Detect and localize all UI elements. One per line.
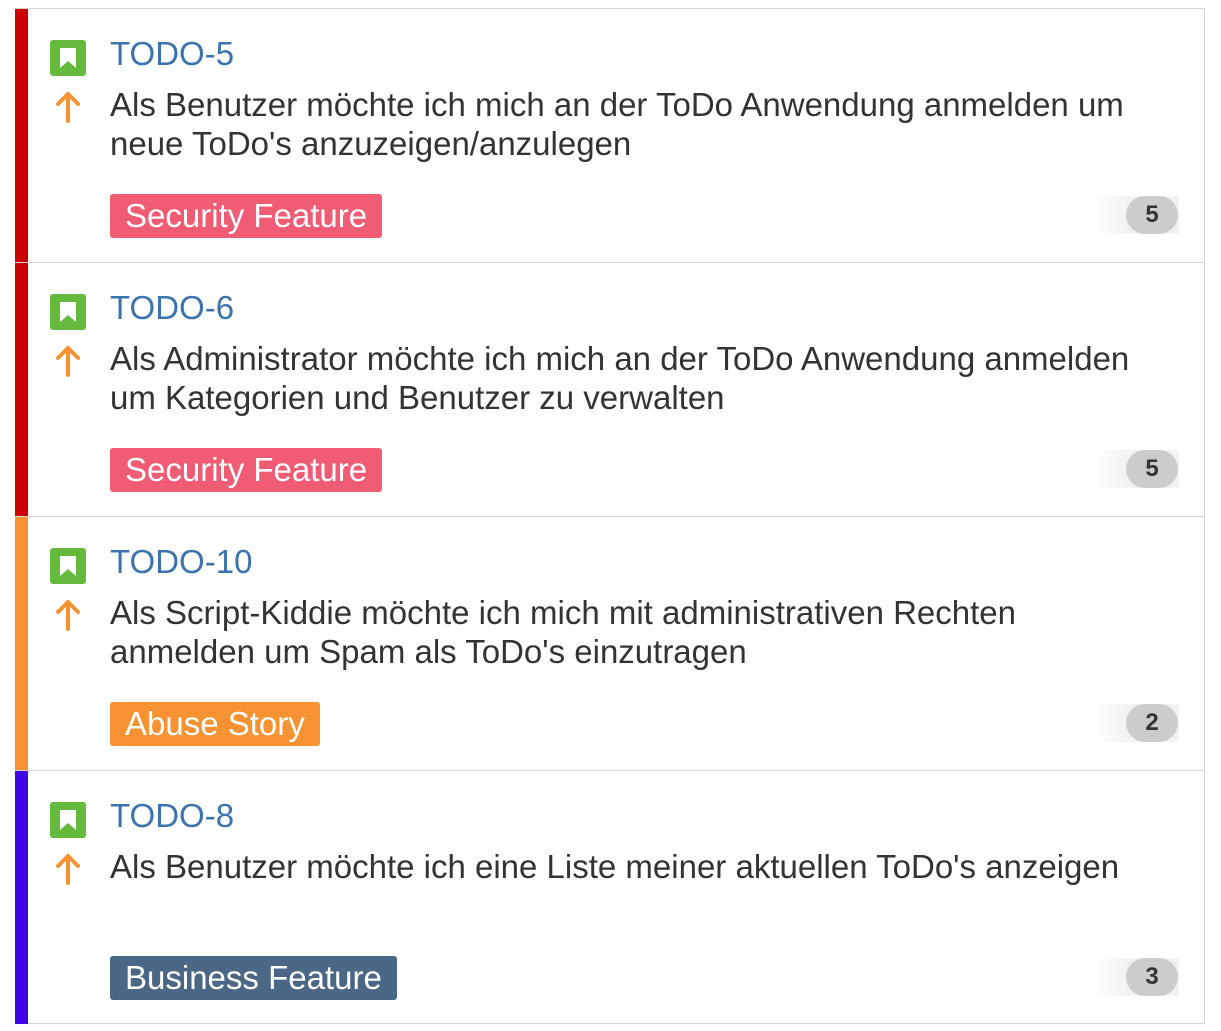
arrow-up-icon: [55, 853, 81, 885]
arrow-up-icon: [55, 91, 81, 123]
arrow-up-icon: [55, 345, 81, 377]
story-bookmark-icon: [50, 294, 86, 330]
story-points-badge: 2: [1126, 704, 1178, 742]
card-color-stripe: [15, 9, 28, 262]
epic-label[interactable]: Security Feature: [110, 448, 383, 492]
story-points-badge: 3: [1126, 958, 1178, 996]
card-color-stripe: [15, 263, 28, 516]
issue-card[interactable]: TODO-10 Als Script-Kiddie möchte ich mic…: [15, 517, 1204, 771]
epic-label[interactable]: Security Feature: [110, 194, 383, 238]
card-color-stripe: [15, 517, 28, 770]
backlog-card-list: TODO-5 Als Benutzer möchte ich mich an d…: [15, 8, 1205, 1024]
issue-summary: Als Benutzer möchte ich mich an der ToDo…: [110, 86, 1124, 162]
epic-label[interactable]: Business Feature: [110, 956, 397, 1000]
story-points-badge: 5: [1126, 450, 1178, 488]
issue-key-link[interactable]: TODO-6: [110, 288, 234, 328]
card-color-stripe: [15, 771, 28, 1024]
story-points-badge: 5: [1126, 196, 1178, 234]
story-bookmark-icon: [50, 802, 86, 838]
issue-card[interactable]: TODO-8 Als Benutzer möchte ich eine List…: [15, 771, 1204, 1024]
arrow-up-icon: [55, 599, 81, 631]
issue-summary: Als Administrator möchte ich mich an der…: [110, 340, 1130, 416]
story-bookmark-icon: [50, 548, 86, 584]
issue-key-link[interactable]: TODO-5: [110, 34, 234, 74]
issue-summary: Als Benutzer möchte ich eine Liste meine…: [110, 848, 1120, 885]
story-bookmark-icon: [50, 40, 86, 76]
issue-key-link[interactable]: TODO-8: [110, 796, 234, 836]
issue-key-link[interactable]: TODO-10: [110, 542, 252, 582]
issue-card[interactable]: TODO-6 Als Administrator möchte ich mich…: [15, 263, 1204, 517]
issue-card[interactable]: TODO-5 Als Benutzer möchte ich mich an d…: [15, 9, 1204, 263]
epic-label[interactable]: Abuse Story: [110, 702, 320, 746]
issue-summary: Als Script-Kiddie möchte ich mich mit ad…: [110, 594, 1017, 670]
